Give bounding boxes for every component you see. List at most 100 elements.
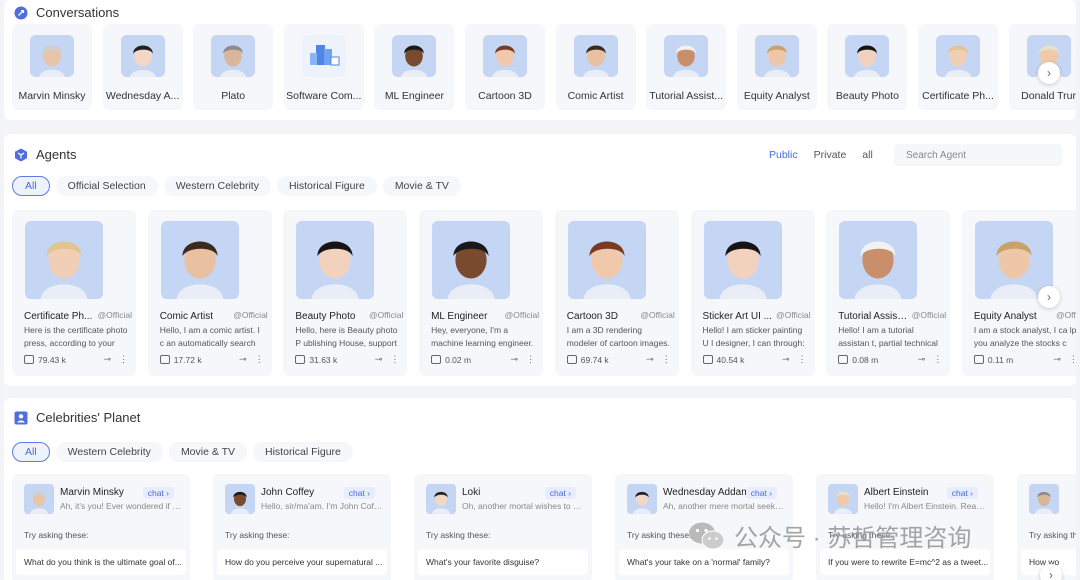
visibility-public[interactable]: Public [769, 149, 798, 161]
chat-button[interactable]: chat › [343, 487, 375, 499]
suggested-question[interactable]: What's your favorite disguise? [418, 549, 588, 575]
share-icon[interactable]: ⊸ [1053, 354, 1061, 365]
agent-description: Hey, everyone, I'm a machine learning en… [431, 325, 534, 348]
celebrity-card-loki[interactable]: Loki chat › Oh, another mortal wishes to c… [414, 474, 592, 580]
agent-card-beauty-photo[interactable]: Beauty Photo @Official Hello, here is Beau… [283, 210, 408, 376]
share-icon[interactable]: ⊸ [646, 354, 654, 365]
official-badge: @Official [233, 310, 268, 320]
filter-western-celebrity[interactable]: Western Celebrity [55, 442, 163, 462]
conversation-item-tutorial-assist[interactable]: Tutorial Assist... [646, 24, 727, 110]
conversation-item-equity-analyst[interactable]: Equity Analyst [736, 24, 817, 110]
conversation-item-comic-artist[interactable]: Comic Artist [555, 24, 636, 110]
chat-count: 0.02 m [445, 354, 472, 365]
agent-card-tutorial-assist[interactable]: Tutorial Assist... @Official Hello! I am a… [826, 210, 951, 376]
share-icon[interactable]: ⊸ [918, 354, 926, 365]
agents-cube-icon [15, 148, 27, 161]
agent-card-comic-artist[interactable]: Comic Artist @Official Hello, I am a comic… [147, 210, 272, 376]
share-icon[interactable]: ⊸ [375, 354, 383, 365]
try-asking-label: Try asking these: [1029, 530, 1076, 540]
filter-western-celebrity[interactable]: Western Celebrity [163, 176, 271, 196]
celebrities-next-button[interactable]: › [1040, 564, 1062, 580]
search-placeholder: Search Agent [906, 149, 967, 161]
agent-card-sticker-art-ui[interactable]: Sticker Art UI ... @Official Hello! I am s… [690, 210, 815, 376]
visibility-all[interactable]: all [862, 149, 873, 161]
filter-all[interactable]: All [12, 442, 50, 462]
conversation-item-plato[interactable]: Plato [193, 24, 274, 110]
agent-description: Hello, here is Beauty photo P ublishing … [295, 325, 398, 348]
chat-label: chat [348, 488, 365, 498]
chat-button[interactable]: chat › [745, 487, 777, 499]
chevron-right-icon: › [163, 488, 169, 498]
avatar [974, 221, 1053, 299]
filter-movie-tv[interactable]: Movie & TV [168, 442, 248, 462]
more-options-icon[interactable]: ⋮ [526, 354, 535, 365]
try-asking-label: Try asking these: [627, 530, 692, 540]
agent-name: Comic Artist [159, 311, 214, 322]
more-options-icon[interactable]: ⋮ [390, 354, 399, 365]
conversation-item-cartoon-3d[interactable]: Cartoon 3D [465, 24, 545, 110]
agent-meta: 0.08 m ⊸ ⋮ [838, 354, 942, 365]
chat-count-icon [295, 355, 306, 364]
more-options-icon[interactable]: ⋮ [1069, 354, 1076, 365]
conversation-item-ml-engineer[interactable]: ML Engineer [374, 24, 455, 110]
conversations-list: Marvin Minsky Wednesday A... Plato Software… [12, 24, 1076, 112]
share-icon[interactable]: ⊸ [239, 354, 247, 365]
chat-label: chat [147, 488, 164, 498]
agent-card-ml-engineer[interactable]: ML Engineer @Official Hey, everyone, I'm a… [419, 210, 544, 376]
agent-meta: 0.02 m ⊸ ⋮ [431, 354, 535, 365]
avatar [845, 35, 890, 77]
conversation-item-wednesday-a[interactable]: Wednesday A... [102, 24, 183, 110]
more-options-icon[interactable]: ⋮ [933, 354, 942, 365]
celebrity-card-john-coffey[interactable]: John Coffey chat › Hello, sir/ma'am. I'm J… [213, 474, 391, 580]
filter-movie-tv[interactable]: Movie & TV [382, 176, 461, 196]
chat-count: 69.74 k [580, 354, 609, 365]
more-options-icon[interactable]: ⋮ [798, 354, 807, 365]
avatar [839, 221, 918, 299]
chevron-right-icon: › [766, 488, 772, 498]
agents-next-button[interactable]: › [1038, 286, 1060, 308]
celebrity-name: Albert Einstein [864, 487, 929, 498]
share-icon[interactable]: ⊸ [511, 354, 519, 365]
conversation-item-certificate-ph[interactable]: Certificate Ph... [918, 24, 998, 110]
conversation-item-beauty-photo[interactable]: Beauty Photo [827, 24, 908, 110]
search-agent-input[interactable]: Search Agent [894, 144, 1062, 166]
conversation-name: ML Engineer [384, 90, 444, 102]
chat-button[interactable]: chat › [142, 487, 174, 499]
agent-card-certificate-ph[interactable]: Certificate Ph... @Official Here is the ce… [12, 210, 136, 376]
avatar [296, 221, 375, 299]
official-badge: @Official [776, 310, 811, 320]
filter-all[interactable]: All [12, 176, 50, 196]
more-options-icon[interactable]: ⋮ [119, 354, 128, 365]
conversations-next-button[interactable]: › [1038, 62, 1060, 84]
chat-count-icon [838, 355, 849, 364]
conversations-header: Conversations [14, 5, 119, 20]
more-options-icon[interactable]: ⋮ [662, 354, 671, 365]
celebrity-greeting: Ah, it's you! Ever wondered if machi... [60, 501, 182, 511]
wechat-watermark: 公众号 · 苏哲管理咨询 [688, 518, 971, 553]
agent-meta: 79.43 k ⊸ ⋮ [24, 354, 128, 365]
conversation-item-software-com[interactable]: Software Com... [283, 24, 364, 110]
filter-historical-figure[interactable]: Historical Figure [253, 442, 353, 462]
agent-description: Here is the certificate photo press, acc… [24, 325, 128, 348]
chat-button[interactable]: chat › [544, 487, 576, 499]
share-icon[interactable]: ⊸ [782, 354, 790, 365]
chat-count-icon [159, 355, 170, 364]
official-badge: @Official [97, 310, 132, 320]
official-badge: @Offic [1055, 310, 1076, 320]
chat-count: 79.43 k [38, 354, 66, 365]
agent-card-cartoon-3d[interactable]: Cartoon 3D @Official I am a 3D rendering m… [554, 210, 679, 376]
try-asking-label: Try asking these: [225, 530, 290, 540]
celebrity-name: Marvin Minsky [60, 487, 124, 498]
more-options-icon[interactable]: ⋮ [255, 354, 264, 365]
share-icon[interactable]: ⊸ [103, 354, 111, 365]
chat-count: 0.08 m [852, 354, 879, 365]
celebrity-card-marvin-minsky[interactable]: Marvin Minsky chat › Ah, it's you! Ever wo… [12, 474, 190, 580]
visibility-private[interactable]: Private [814, 149, 847, 161]
chat-button[interactable]: chat › [946, 487, 978, 499]
person-card-icon [14, 411, 28, 424]
filter-historical-figure[interactable]: Historical Figure [276, 176, 377, 196]
suggested-question[interactable]: What do you think is the ultimate goal o… [16, 549, 186, 575]
filter-official-selection[interactable]: Official Selection [55, 176, 158, 196]
conversation-item-marvin-minsky[interactable]: Marvin Minsky [12, 24, 92, 110]
suggested-question[interactable]: How do you perceive your supernatural ..… [217, 549, 387, 575]
